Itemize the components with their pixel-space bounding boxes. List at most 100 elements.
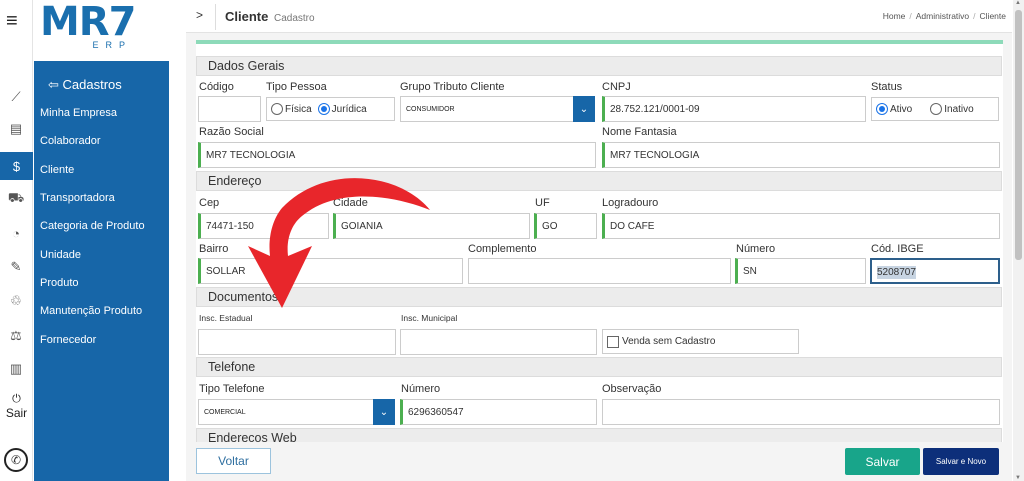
breadcrumb-cliente: Cliente <box>979 11 1006 21</box>
page-scrollbar[interactable]: ▲ ▼ <box>1013 0 1024 481</box>
sidebar-item-cliente[interactable]: Cliente <box>34 156 169 184</box>
cep-label: Cep <box>199 197 220 209</box>
tipo-pessoa-radio-group: Física Jurídica <box>266 97 395 121</box>
hamburger-menu-icon[interactable]: ≡ <box>6 10 18 33</box>
icon-rail: ≡ ⟋ ▤ $ ⛟ ◔ ✎ ♲ ⚖ ▥ ⏻ Sair ✆ <box>0 0 33 481</box>
inscricao-estadual-label: Insc. Estadual <box>199 313 253 323</box>
scrollbar-thumb[interactable] <box>1015 10 1022 260</box>
razao-social-label: Razão Social <box>199 126 264 138</box>
logradouro-input[interactable]: DO CAFE <box>602 213 1000 239</box>
radio-ativo[interactable]: Ativo <box>876 103 912 115</box>
receipt-icon[interactable]: ▥ <box>7 360 25 378</box>
ibge-value: 5208707 <box>877 266 916 279</box>
ibge-label: Cód. IBGE <box>871 243 924 255</box>
codigo-input[interactable] <box>198 96 261 122</box>
section-telefone: Telefone <box>196 357 1002 377</box>
scroll-up-icon[interactable]: ▲ <box>1015 0 1021 6</box>
observacao-input[interactable] <box>602 399 1000 425</box>
venda-sem-cadastro-label: Venda sem Cadastro <box>622 336 716 347</box>
sidebar-item-manutencao-produto[interactable]: Manutenção Produto <box>34 297 169 325</box>
sidebar-item-transportadora[interactable]: Transportadora <box>34 184 169 212</box>
logo-brand: MR7 <box>40 0 136 45</box>
radio-fisica[interactable]: Física <box>271 103 312 115</box>
sidebar-item-unidade[interactable]: Unidade <box>34 240 169 268</box>
sidebar-menu: ⇦ Cadastros Minha Empresa Colaborador Cl… <box>34 61 169 481</box>
bairro-input[interactable]: SOLLAR <box>198 258 463 284</box>
razao-social-input[interactable]: MR7 TECNOLOGIA <box>198 142 596 168</box>
cep-input[interactable]: 74471-150 <box>198 213 329 239</box>
recycle-icon[interactable]: ♲ <box>7 292 25 310</box>
dashboard-icon[interactable]: ◔ <box>7 224 25 242</box>
chevron-right-icon[interactable]: > <box>196 8 203 22</box>
whatsapp-icon[interactable]: ✆ <box>4 448 28 472</box>
numero-endereco-label: Número <box>736 243 776 255</box>
cidade-input[interactable]: GOIANIA <box>333 213 530 239</box>
salvar-e-novo-button[interactable]: Salvar e Novo <box>923 448 999 475</box>
tipo-telefone-label: Tipo Telefone <box>199 383 265 395</box>
radio-fisica-icon[interactable] <box>271 103 283 115</box>
page-title: Cliente Cadastro <box>225 9 315 24</box>
status-label: Status <box>871 81 903 93</box>
document-icon[interactable]: ▤ <box>7 120 25 138</box>
radio-fisica-label: Física <box>285 103 312 115</box>
numero-endereco-input[interactable]: SN <box>735 258 866 284</box>
exit-button[interactable]: ⏻ Sair <box>0 393 33 420</box>
inscricao-municipal-input[interactable] <box>400 329 597 355</box>
tipo-telefone-select[interactable]: COMERCIAL ⌄ <box>198 399 395 425</box>
logradouro-label: Logradouro <box>602 197 659 209</box>
sidebar-item-produto[interactable]: Produto <box>34 269 169 297</box>
numero-telefone-input[interactable]: 6296360547 <box>400 399 597 425</box>
form-panel: Dados Gerais Código Tipo Pessoa Física J… <box>196 40 1003 442</box>
grupo-tributo-select[interactable]: CONSUMIDOR ⌄ <box>400 96 595 122</box>
nome-fantasia-label: Nome Fantasia <box>602 126 677 138</box>
nome-fantasia-input[interactable]: MR7 TECNOLOGIA <box>602 142 1000 168</box>
salvar-button[interactable]: Salvar <box>845 448 920 475</box>
grupo-tributo-value: CONSUMIDOR <box>406 106 455 113</box>
venda-sem-cadastro-checkbox[interactable]: Venda sem Cadastro <box>602 329 799 354</box>
pen-icon[interactable]: ✎ <box>7 258 25 276</box>
radio-ativo-icon[interactable] <box>876 103 888 115</box>
inscricao-municipal-label: Insc. Municipal <box>401 313 458 323</box>
scroll-down-icon[interactable]: ▼ <box>1015 475 1021 481</box>
codigo-label: Código <box>199 81 234 93</box>
numero-telefone-label: Número <box>401 383 441 395</box>
complemento-input[interactable] <box>468 258 731 284</box>
grupo-tributo-label: Grupo Tributo Cliente <box>400 81 505 93</box>
tipo-telefone-value: COMERCIAL <box>204 409 246 416</box>
radio-ativo-label: Ativo <box>890 103 913 115</box>
money-icon[interactable]: $ <box>0 152 33 180</box>
breadcrumb-administrativo[interactable]: Administrativo <box>916 11 969 21</box>
section-endereco: Endereço <box>196 171 1002 191</box>
cnpj-input[interactable]: 28.752.121/0001-09 <box>602 96 866 122</box>
sidebar-title[interactable]: ⇦ Cadastros <box>34 61 169 99</box>
section-enderecos-web: Endereços Web <box>196 428 1002 442</box>
bairro-label: Bairro <box>199 243 229 255</box>
exit-label: Sair <box>5 406 28 420</box>
radio-juridica-icon[interactable] <box>317 103 330 115</box>
sidebar-item-fornecedor[interactable]: Fornecedor <box>34 325 169 353</box>
radio-inativo[interactable]: Inativo <box>930 103 974 115</box>
ibge-input[interactable]: 5208707 <box>870 258 1000 284</box>
page-title-text: Cliente <box>225 9 269 24</box>
uf-label: UF <box>535 197 550 209</box>
cash-icon[interactable]: ⚖ <box>7 327 25 345</box>
sidebar-item-minha-empresa[interactable]: Minha Empresa <box>34 99 169 127</box>
radio-inativo-icon[interactable] <box>930 103 943 115</box>
sidebar-item-categoria-produto[interactable]: Categoria de Produto <box>34 212 169 240</box>
truck-icon[interactable]: ⛟ <box>7 190 25 208</box>
inscricao-estadual-input[interactable] <box>198 329 396 355</box>
radio-juridica-label: Jurídica <box>331 103 367 115</box>
divider <box>215 4 216 30</box>
app-logo: MR7 ERP <box>40 2 150 52</box>
radio-juridica[interactable]: Jurídica <box>317 103 367 115</box>
uf-input[interactable]: GO <box>534 213 597 239</box>
chart-icon[interactable]: ⟋ <box>7 88 25 106</box>
chevron-down-icon[interactable]: ⌄ <box>373 399 395 425</box>
voltar-button[interactable]: Voltar <box>196 448 271 474</box>
cnpj-label: CNPJ <box>602 81 631 93</box>
sidebar-item-colaborador[interactable]: Colaborador <box>34 127 169 155</box>
breadcrumb-home[interactable]: Home <box>883 11 906 21</box>
checkbox-icon[interactable] <box>607 335 619 348</box>
section-documentos: Documentos <box>196 287 1002 307</box>
chevron-down-icon[interactable]: ⌄ <box>573 96 595 122</box>
